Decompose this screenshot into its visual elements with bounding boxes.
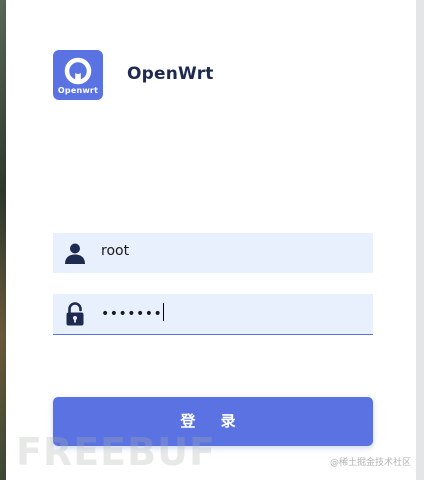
username-value[interactable]: root — [101, 243, 129, 259]
background-right-edge — [416, 0, 424, 480]
password-value[interactable]: ••••••• — [101, 303, 165, 322]
password-masked-text: ••••••• — [101, 306, 163, 322]
unlock-icon — [66, 302, 84, 326]
openwrt-logo: Openwrt — [53, 50, 103, 100]
watermark-credit: @稀土掘金技术社区 — [330, 458, 412, 468]
username-field[interactable]: root — [53, 233, 373, 273]
text-caret — [163, 303, 165, 321]
user-icon — [65, 243, 85, 264]
logo-caption: Openwrt — [57, 86, 99, 95]
password-field[interactable]: ••••••• — [53, 294, 373, 335]
brand-title: OpenWrt — [127, 64, 214, 84]
watermark-logo: FREEBUF — [16, 430, 216, 474]
